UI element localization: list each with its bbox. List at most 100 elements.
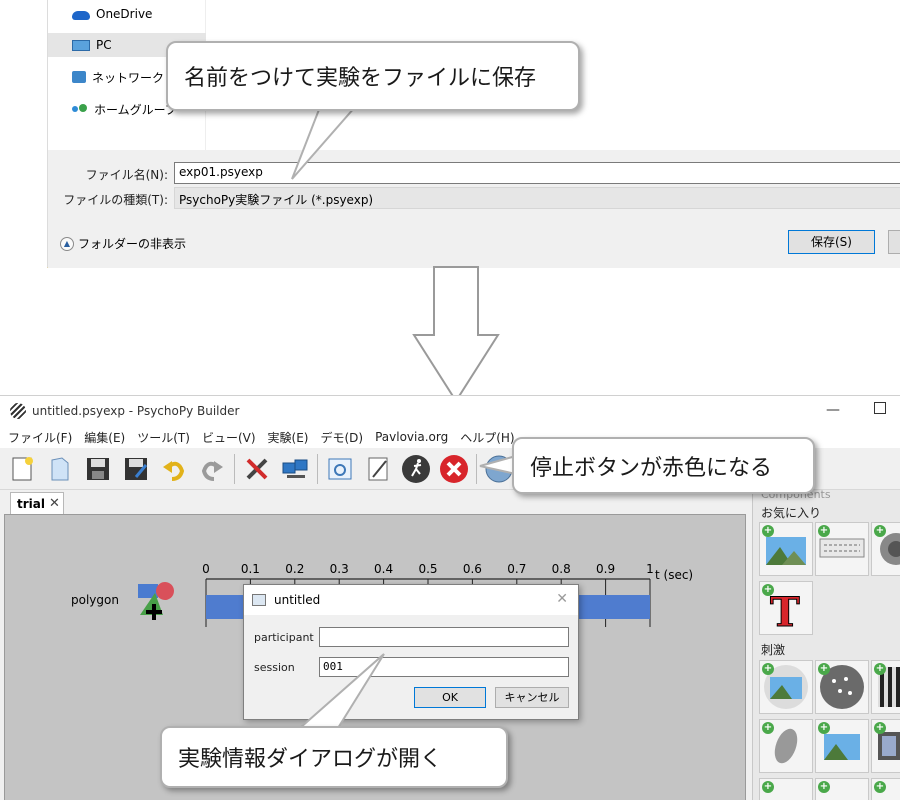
experiment-settings-icon[interactable] xyxy=(324,453,356,485)
polygon-component-icon[interactable] xyxy=(138,579,177,620)
session-label: session xyxy=(254,661,295,674)
movie-stim-button[interactable]: + xyxy=(871,719,900,773)
undo-icon[interactable] xyxy=(158,453,190,485)
add-icon: + xyxy=(762,722,774,734)
callout-save-text: 名前をつけて実験をファイルに保存 xyxy=(184,66,537,91)
stop-icon[interactable] xyxy=(438,453,470,485)
svg-text:T: T xyxy=(770,589,800,634)
add-icon: + xyxy=(874,663,886,675)
tick-label-7: 0.7 xyxy=(507,562,526,576)
tick-label-6: 0.6 xyxy=(463,562,482,576)
tick-label-5: 0.5 xyxy=(418,562,437,576)
cancel-button[interactable] xyxy=(888,230,900,254)
callout-dialog-text: 実験情報ダイアログが開く xyxy=(178,747,443,772)
filename-label: ファイル名(N): xyxy=(85,168,168,182)
tab-trial[interactable]: trial ✕ xyxy=(10,492,64,514)
chevron-up-icon: ▲ xyxy=(60,236,74,251)
dialog-titlebar: untitled ✕ xyxy=(244,585,578,615)
cancel-button[interactable]: キャンセル xyxy=(495,687,569,708)
tick-label-2: 0.2 xyxy=(285,562,304,576)
component-name: polygon xyxy=(71,593,119,607)
participant-input[interactable] xyxy=(319,627,569,647)
text-component-button[interactable]: + T xyxy=(759,581,813,637)
menu-tools[interactable]: ツール(T) xyxy=(137,429,190,446)
redo-icon[interactable] xyxy=(196,453,228,485)
routine-tabs: trial ✕ xyxy=(0,492,750,514)
add-icon: + xyxy=(762,663,774,675)
monitor-center-icon[interactable] xyxy=(279,453,311,485)
toolbar-separator xyxy=(317,453,318,484)
save-as-icon[interactable] xyxy=(120,453,152,485)
stimuli-heading: 刺激 xyxy=(761,643,786,657)
image-component-button[interactable]: + xyxy=(759,522,813,576)
radial-stim-button[interactable]: + xyxy=(871,778,900,800)
tick-label-8: 0.8 xyxy=(552,562,571,576)
time-unit-label: t (sec) xyxy=(655,568,693,582)
save-form: ファイル名(N): exp01.psyexp ファイルの種類(T): Psych… xyxy=(48,150,900,268)
close-icon[interactable]: ✕ xyxy=(556,591,568,607)
add-icon: + xyxy=(762,584,774,596)
tick-label-3: 0.3 xyxy=(330,562,349,576)
open-file-icon[interactable] xyxy=(44,453,76,485)
callout-dialog: 実験情報ダイアログが開く xyxy=(160,726,508,788)
callout-save: 名前をつけて実験をファイルに保存 xyxy=(166,41,580,111)
psychopy-logo-icon xyxy=(10,403,26,419)
callout-pointer xyxy=(297,653,385,729)
callout-stop: 停止ボタンが赤色になる xyxy=(512,437,815,494)
callout-pointer xyxy=(291,106,358,180)
minimize-icon[interactable]: — xyxy=(826,402,840,418)
menu-experiment[interactable]: 実験(E) xyxy=(268,429,309,446)
menu-edit[interactable]: 編集(E) xyxy=(84,429,125,446)
menu-view[interactable]: ビュー(V) xyxy=(202,429,256,446)
nav-item-label: OneDrive xyxy=(96,7,153,21)
menu-pavlovia[interactable]: Pavlovia.org xyxy=(375,430,448,444)
tick-label-0: 0 xyxy=(202,562,210,576)
nav-item-onedrive[interactable]: OneDrive xyxy=(48,2,206,26)
nav-item-label: ホームグループ xyxy=(94,102,177,117)
compile-script-icon[interactable] xyxy=(362,453,394,485)
save-button[interactable]: 保存(S) xyxy=(788,230,875,254)
dots-stim-button[interactable]: + xyxy=(815,660,869,714)
image-stim-button[interactable]: + xyxy=(759,660,813,714)
keyboard-component-button[interactable]: + xyxy=(815,522,869,576)
tick-label-1: 0.1 xyxy=(241,562,260,576)
maximize-icon[interactable] xyxy=(874,402,886,414)
tab-label: trial xyxy=(17,496,45,511)
participant-label: participant xyxy=(254,631,314,644)
grating-stim-button[interactable]: + xyxy=(871,660,900,714)
down-arrow-icon xyxy=(412,266,500,403)
filetype-label: ファイルの種類(T): xyxy=(63,193,168,207)
gabor-stim-button[interactable]: + xyxy=(759,719,813,773)
network-icon xyxy=(72,71,86,83)
new-file-icon[interactable] xyxy=(6,453,38,485)
components-panel: Components お気に入り + + + + T 刺激 + + + + + … xyxy=(752,488,900,800)
polygon-stim-button[interactable]: + xyxy=(815,778,869,800)
menu-help[interactable]: ヘルプ(H) xyxy=(460,429,514,446)
menu-demos[interactable]: デモ(D) xyxy=(320,429,363,446)
image-stim-2-button[interactable]: + xyxy=(815,719,869,773)
sound-component-button[interactable]: + xyxy=(871,522,900,576)
add-icon: + xyxy=(874,525,886,537)
save-icon[interactable] xyxy=(82,453,114,485)
add-icon: + xyxy=(818,663,830,675)
noise-stim-button[interactable]: + xyxy=(759,778,813,800)
toolbar-separator xyxy=(234,453,235,484)
window-icon xyxy=(252,594,266,606)
window-title: untitled.psyexp - PsychoPy Builder xyxy=(32,404,240,418)
add-icon: + xyxy=(762,525,774,537)
ok-button[interactable]: OK xyxy=(414,687,486,708)
dialog-title: untitled xyxy=(274,593,321,607)
homegroup-icon xyxy=(72,102,88,116)
favorites-heading: お気に入り xyxy=(761,506,822,520)
add-icon: + xyxy=(818,722,830,734)
toolbar-separator xyxy=(476,453,477,484)
hide-folders-label: フォルダーの非表示 xyxy=(78,237,187,251)
run-icon[interactable] xyxy=(400,453,432,485)
filetype-select[interactable]: PsychoPy実験ファイル (*.psyexp) xyxy=(174,187,900,209)
add-icon: + xyxy=(874,781,886,793)
preferences-icon[interactable] xyxy=(241,453,273,485)
close-icon[interactable]: ✕ xyxy=(49,496,60,511)
menu-file[interactable]: ファイル(F) xyxy=(8,429,72,446)
nav-item-label: PC xyxy=(96,38,112,52)
hide-folders-toggle[interactable]: ▲ フォルダーの非表示 xyxy=(60,235,186,252)
